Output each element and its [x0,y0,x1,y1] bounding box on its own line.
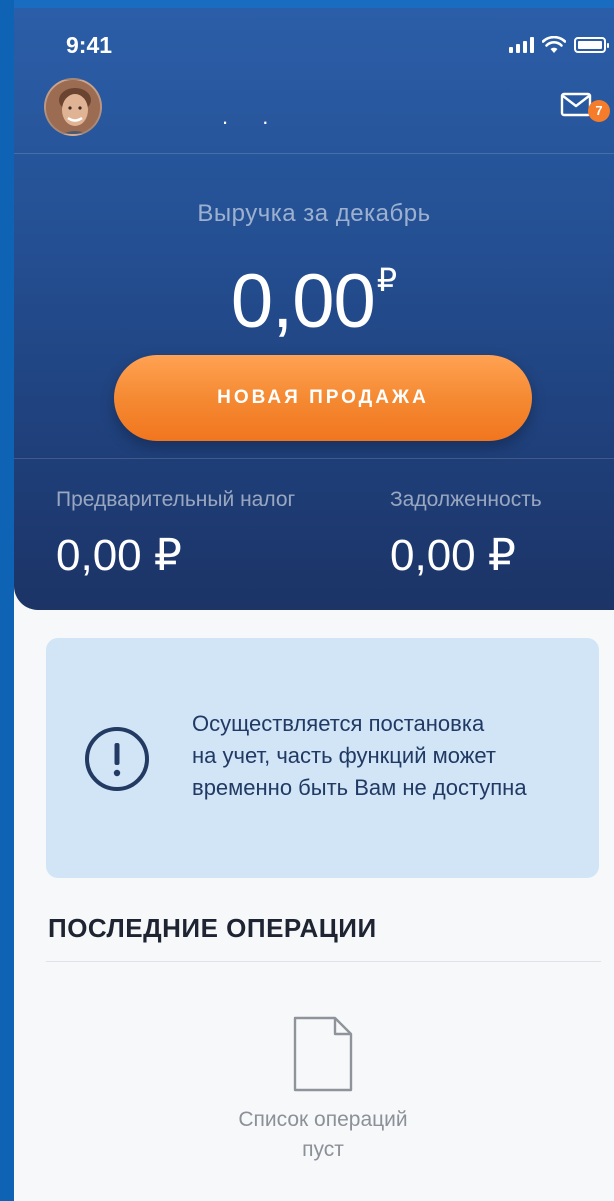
avatar-photo [46,80,100,134]
empty-text-line: пуст [302,1138,344,1161]
hero-panel: 9:41 . . 7 Выручка за декабрь 0,00₽ НОВА… [14,8,614,610]
ruble-icon: ₽ [376,262,398,298]
notice-line: временно быть Вам не доступна [192,775,527,800]
revenue-amount: 0,00 [230,259,376,344]
new-sale-button[interactable]: НОВАЯ ПРОДАЖА [114,355,532,441]
notice-text: Осуществляется постановка на учет, часть… [192,708,592,804]
revenue-label: Выручка за декабрь [197,200,431,227]
device-frame-left [0,0,14,1201]
wifi-icon [542,36,566,53]
status-bar: 9:41 [14,28,614,64]
unread-badge: 7 [588,100,610,122]
registration-notice: Осуществляется постановка на учет, часть… [46,638,599,878]
device-frame-top [0,0,614,8]
stats-divider [14,458,614,459]
section-divider [46,961,601,962]
app-screen: 9:41 . . 7 Выручка за декабрь 0,00₽ НОВА… [14,8,614,1201]
recent-operations-title: ПОСЛЕДНИЕ ОПЕРАЦИИ [48,913,377,943]
header-divider [14,153,614,154]
header-title: . . [222,104,283,129]
debt-label: Задолженность [390,488,542,511]
empty-text-line: Список операций [238,1108,408,1131]
document-icon [293,1016,353,1092]
revenue-value: 0,00₽ [14,258,614,345]
status-icons [509,36,609,54]
tax-value: 0,00 ₽ [56,531,182,580]
cellular-signal-icon [509,37,534,53]
debt-value: 0,00 ₽ [390,531,516,580]
battery-icon [574,37,609,53]
avatar[interactable] [44,78,102,136]
mail-icon[interactable] [560,91,592,119]
status-time: 9:41 [66,32,113,58]
notice-line: Осуществляется постановка [192,711,485,736]
notice-line: на учет, часть функций может [192,743,497,768]
exclamation-circle-icon [85,727,149,791]
tax-label: Предварительный налог [56,488,296,511]
empty-operations-message: Список операций пуст [14,1105,614,1165]
